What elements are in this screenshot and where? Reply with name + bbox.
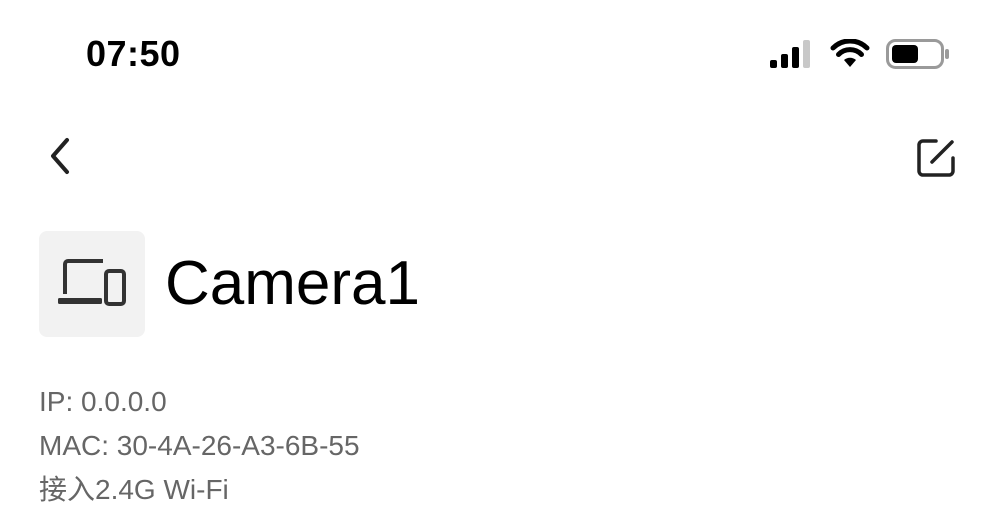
chevron-left-icon xyxy=(47,136,73,181)
battery-fill xyxy=(892,45,918,63)
ip-address: IP: 0.0.0.0 xyxy=(39,386,167,417)
status-time: 07:50 xyxy=(86,33,181,74)
cellular-signal-icon xyxy=(770,39,814,69)
battery-icon xyxy=(886,38,950,70)
mac-address: MAC: 30-4A-26-A3-6B-55 xyxy=(39,430,360,461)
wifi-icon xyxy=(830,39,870,69)
device-info: IP: 0.0.0.0 MAC: 30-4A-26-A3-6B-55 接入2.4… xyxy=(39,380,360,512)
back-button[interactable] xyxy=(38,136,82,180)
device-detail-screen: 07:50 Camera1 IP: 0.0.0.0 MAC: 30-4A-26-… xyxy=(0,0,1000,527)
device-icon-tile xyxy=(39,231,145,337)
status-icons xyxy=(770,36,950,72)
edit-square-icon xyxy=(914,136,958,185)
edit-button[interactable] xyxy=(912,136,960,184)
connection-type: 接入2.4G Wi-Fi xyxy=(39,474,229,505)
device-name: Camera1 xyxy=(165,249,420,318)
devices-icon xyxy=(57,254,127,315)
